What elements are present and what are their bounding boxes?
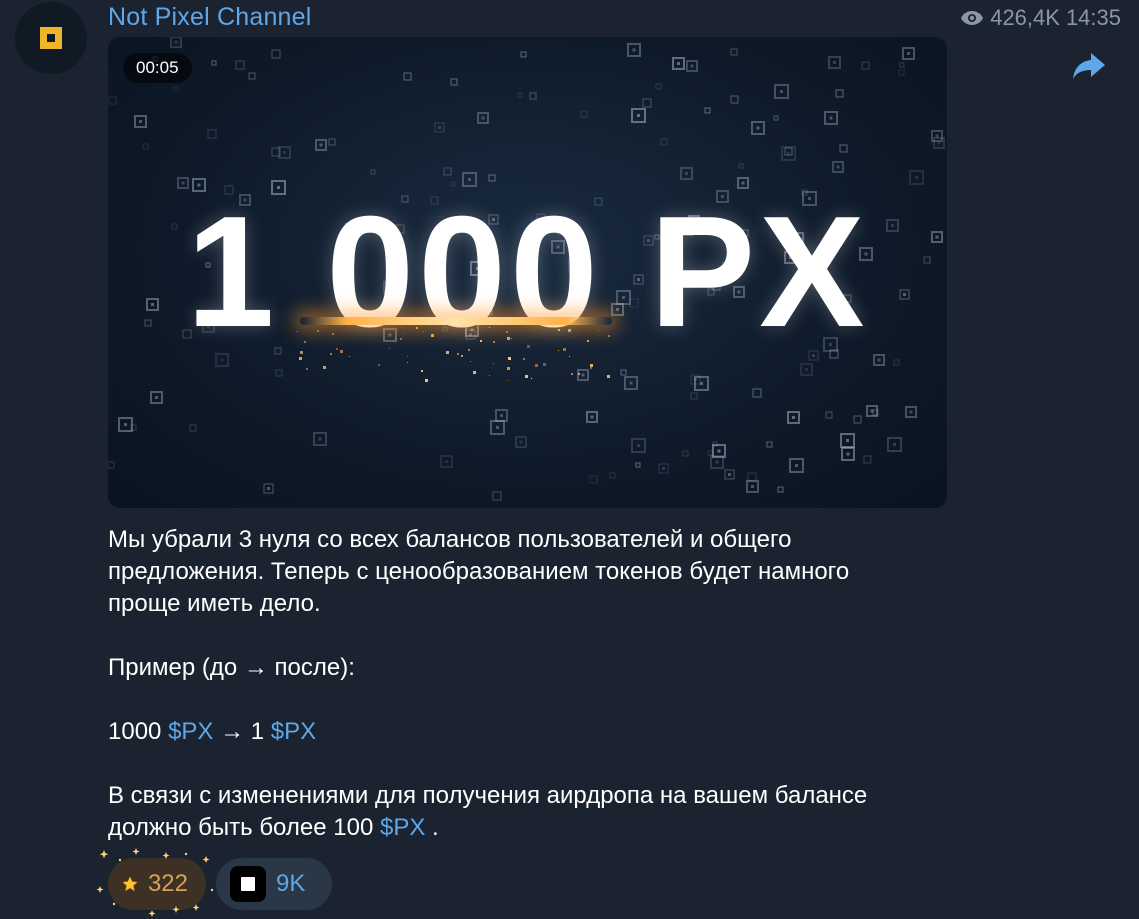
reaction-not-pixel[interactable]: 9K <box>216 858 332 910</box>
eye-icon <box>961 11 984 25</box>
token-link[interactable]: $PX <box>168 718 213 745</box>
example-label: Пример (до → после): <box>108 654 355 681</box>
not-pixel-logo-icon <box>40 27 62 49</box>
forward-arrow-icon <box>1073 53 1105 79</box>
post-paragraph: Мы убрали 3 нуля со всех балансов пользо… <box>108 526 850 617</box>
post-time: 14:35 <box>1065 5 1121 30</box>
glow-line <box>300 317 612 325</box>
post-text: Мы убрали 3 нуля со всех балансов пользо… <box>108 524 928 844</box>
token-link[interactable]: $PX <box>271 718 316 745</box>
reaction-stars[interactable]: 322 <box>96 848 214 917</box>
example-before-amount: 1000 <box>108 718 162 745</box>
video-player[interactable]: 00:05 1 000 PX <box>108 37 947 508</box>
video-duration: 00:05 <box>123 53 192 83</box>
channel-name[interactable]: Not Pixel Channel <box>108 3 312 32</box>
airdrop-paragraph: В связи с изменениями для получения аирд… <box>108 780 928 844</box>
reaction-count: 322 <box>147 870 188 897</box>
post-meta: 426,4K 14:35 <box>960 5 1121 31</box>
channel-avatar[interactable] <box>15 2 87 74</box>
airdrop-end: . <box>432 814 439 841</box>
example-line: 1000 $PX → 1 $PX <box>108 716 928 748</box>
not-pixel-reaction-icon <box>230 866 266 902</box>
example-arrow: → 1 <box>220 718 265 745</box>
view-count: 426,4K <box>990 5 1060 30</box>
sparks-effect <box>297 327 610 382</box>
airdrop-text: В связи с изменениями для получения аирд… <box>108 782 868 841</box>
token-link[interactable]: $PX <box>380 814 425 841</box>
channel-post: Not Pixel Channel 426,4K 14:35 00:05 1 0… <box>0 0 1139 919</box>
forward-button[interactable] <box>1069 48 1109 84</box>
reactions-bar: 322 9K <box>96 848 332 917</box>
star-icon <box>122 876 138 891</box>
reaction-count: 9K <box>276 870 306 897</box>
